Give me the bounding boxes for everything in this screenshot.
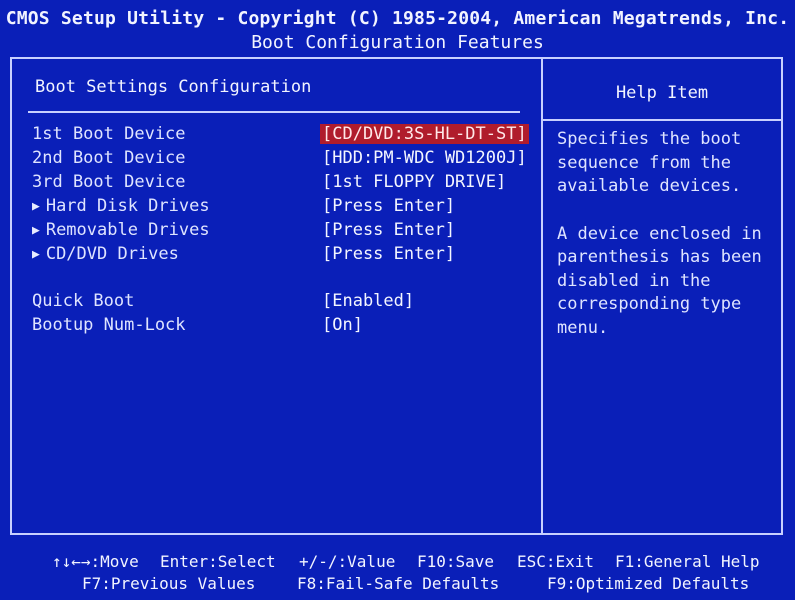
section-underline: [28, 111, 520, 113]
section-title: Boot Settings Configuration: [35, 77, 312, 97]
key-exit: ESC:Exit: [517, 552, 595, 571]
help-title-underline: [543, 119, 781, 121]
setting-label: 3rd Boot Device: [32, 172, 186, 192]
setting-label: 1st Boot Device: [32, 124, 186, 144]
help-description: Specifies the boot sequence from the ava…: [557, 128, 779, 364]
setting-value[interactable]: [Enabled]: [322, 291, 414, 311]
key-optimized-defaults: F9:Optimized Defaults: [547, 574, 750, 593]
setting-value[interactable]: [Press Enter]: [322, 244, 455, 264]
right-triangle-icon: ▶: [32, 223, 40, 238]
right-triangle-icon: ▶: [32, 247, 40, 262]
setting-value[interactable]: [HDD:PM-WDC WD1200J]: [322, 148, 527, 168]
submenu-row-hard-disk-drives[interactable]: ▶ Hard Disk Drives [Press Enter]: [0, 196, 540, 218]
submenu-label-wrap: ▶ Hard Disk Drives: [32, 196, 210, 216]
help-title: Help Item: [615, 83, 709, 103]
help-paragraph: A device enclosed in parenthesis has bee…: [557, 223, 762, 338]
setting-value[interactable]: [On]: [322, 315, 363, 335]
submenu-label-wrap: ▶ CD/DVD Drives: [32, 244, 179, 264]
setting-value[interactable]: [1st FLOPPY DRIVE]: [322, 172, 506, 192]
submenu-row-cd-dvd-drives[interactable]: ▶ CD/DVD Drives [Press Enter]: [0, 244, 540, 266]
submenu-label: CD/DVD Drives: [45, 244, 179, 264]
header-copyright: CMOS Setup Utility - Copyright (C) 1985-…: [5, 8, 790, 29]
setting-value[interactable]: [Press Enter]: [322, 220, 455, 240]
setting-label: Quick Boot: [32, 291, 135, 311]
setting-value[interactable]: [CD/DVD:3S-HL-DT-ST]: [320, 124, 529, 144]
submenu-label-wrap: ▶ Removable Drives: [32, 220, 210, 240]
key-select: Enter:Select: [160, 552, 276, 571]
submenu-row-removable-drives[interactable]: ▶ Removable Drives [Press Enter]: [0, 220, 540, 242]
help-paragraph: Specifies the boot sequence from the ava…: [557, 129, 742, 196]
key-value: +/-/:Value: [299, 552, 396, 571]
submenu-label: Hard Disk Drives: [45, 196, 210, 216]
key-general-help: F1:General Help: [615, 552, 760, 571]
setting-value[interactable]: [Press Enter]: [322, 196, 455, 216]
panel-divider: [541, 57, 543, 535]
setting-row-1st-boot-device[interactable]: 1st Boot Device [CD/DVD:3S-HL-DT-ST]: [0, 124, 540, 146]
right-triangle-icon: ▶: [32, 199, 40, 214]
submenu-label: Removable Drives: [45, 220, 210, 240]
key-move: ↑↓←→:Move: [52, 552, 139, 571]
key-save: F10:Save: [417, 552, 495, 571]
setting-row-2nd-boot-device[interactable]: 2nd Boot Device [HDD:PM-WDC WD1200J]: [0, 148, 540, 170]
page-title: Boot Configuration Features: [251, 32, 544, 53]
key-previous-values: F7:Previous Values: [82, 574, 256, 593]
setting-label: 2nd Boot Device: [32, 148, 186, 168]
setting-row-bootup-num-lock[interactable]: Bootup Num-Lock [On]: [0, 315, 540, 337]
setting-row-3rd-boot-device[interactable]: 3rd Boot Device [1st FLOPPY DRIVE]: [0, 172, 540, 194]
setting-row-quick-boot[interactable]: Quick Boot [Enabled]: [0, 291, 540, 313]
key-fail-safe-defaults: F8:Fail-Safe Defaults: [297, 574, 500, 593]
setting-label: Bootup Num-Lock: [32, 315, 186, 335]
